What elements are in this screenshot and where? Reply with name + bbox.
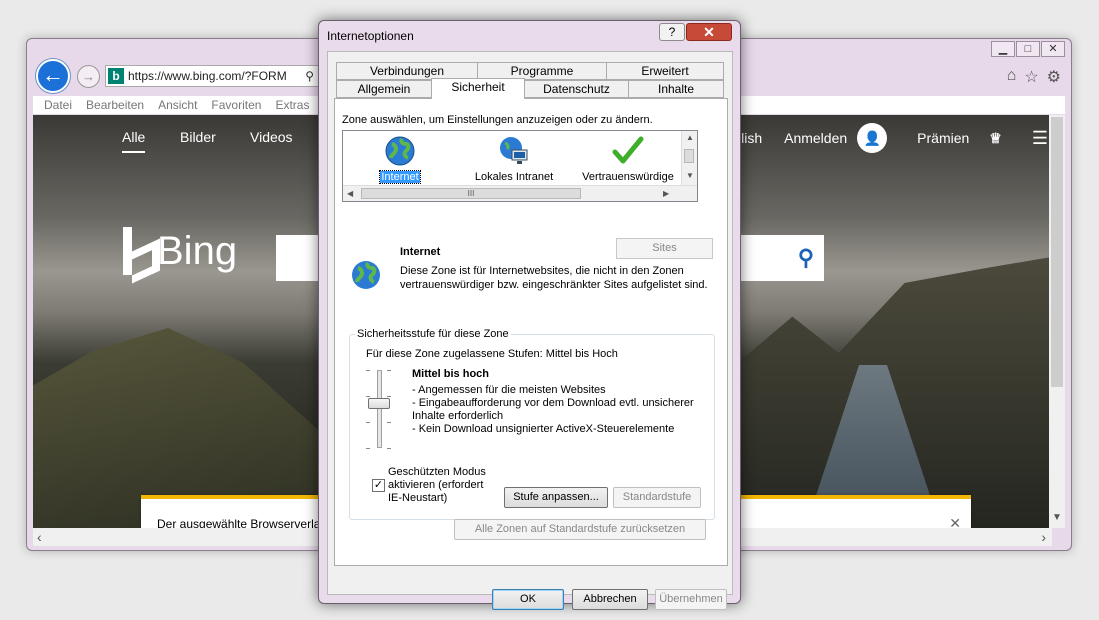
apply-button[interactable]: Übernehmen: [655, 589, 727, 610]
dialog-close-button[interactable]: ✕: [686, 23, 732, 41]
slider-tick: [366, 396, 370, 397]
security-level-name: Mittel bis hoch: [412, 368, 489, 380]
notification-text: Der ausgewählte Browserverlauf: [157, 517, 331, 528]
tab-privacy[interactable]: Datenschutz: [524, 80, 629, 98]
zone-trusted-sites[interactable]: Vertrauenswürdige: [573, 133, 683, 183]
bing-logo-text: Bing: [157, 228, 238, 273]
bing-search-icon[interactable]: ⚲: [798, 245, 814, 271]
trophy-icon[interactable]: ♕: [989, 130, 1002, 147]
zone-prompt: Zone auswählen, um Einstellungen anzuzei…: [342, 114, 653, 126]
zone-list-hthumb[interactable]: III: [361, 188, 581, 199]
maximize-button[interactable]: □: [1016, 41, 1040, 57]
rewards-link[interactable]: Prämien: [917, 130, 969, 146]
level-line: - Eingabeaufforderung vor dem Download e…: [412, 397, 694, 422]
slider-tick: [387, 448, 391, 449]
bing-logo-icon: [123, 227, 151, 275]
hamburger-menu-icon[interactable]: ☰: [1032, 128, 1048, 149]
signin-area: glish Anmelden 👤 Prämien ♕ ☰: [733, 123, 1052, 153]
scroll-up-icon[interactable]: ▲: [686, 133, 694, 142]
tab-advanced[interactable]: Erweitert: [606, 62, 724, 80]
scroll-right-icon[interactable]: ▶: [663, 189, 669, 198]
zone-list-vertical-scrollbar[interactable]: ▲ ▼: [681, 131, 697, 185]
window-controls: ▁ □ ✕: [991, 41, 1065, 57]
security-slider-thumb[interactable]: [368, 398, 390, 409]
checkmark-icon: [612, 136, 644, 164]
globe-icon: [385, 136, 415, 166]
scroll-down-arrow-icon[interactable]: ▼: [1049, 512, 1065, 528]
zone-list-vthumb[interactable]: [684, 149, 694, 163]
default-level-button[interactable]: Standardstufe: [613, 487, 701, 508]
forward-button[interactable]: →: [77, 65, 100, 88]
slider-tick: [387, 370, 391, 371]
favorites-star-icon[interactable]: ☆: [1024, 67, 1038, 87]
close-window-button[interactable]: ✕: [1041, 41, 1065, 57]
scroll-left-icon[interactable]: ◀: [347, 189, 353, 198]
zone-list[interactable]: Internet Lokales Intranet Vertrauenswürd…: [342, 130, 698, 202]
scroll-left-arrow-icon[interactable]: ‹: [37, 529, 42, 545]
zone-list-horizontal-scrollbar[interactable]: ◀ III ▶: [343, 185, 697, 201]
menu-file[interactable]: Datei: [44, 96, 72, 114]
scroll-down-icon[interactable]: ▼: [686, 171, 694, 180]
security-level-legend: Sicherheitsstufe für diese Zone: [355, 328, 511, 340]
menu-edit[interactable]: Bearbeiten: [86, 96, 144, 114]
zone-label-local-intranet: Lokales Intranet: [474, 171, 554, 183]
address-bar[interactable]: b https://www.bing.com/?FORM ⚲: [105, 65, 319, 87]
dialog-body: Verbindungen Programme Erweitert Allgeme…: [327, 51, 733, 610]
zone-local-intranet[interactable]: Lokales Intranet: [459, 133, 569, 183]
address-text[interactable]: https://www.bing.com/?FORM: [128, 69, 305, 83]
slider-tick: [366, 422, 370, 423]
dialog-title: Internetoptionen: [327, 29, 414, 43]
gear-icon[interactable]: ⚙: [1047, 67, 1061, 87]
level-line: - Kein Download unsignierter ActiveX-Ste…: [412, 423, 675, 435]
security-slider-track[interactable]: [377, 370, 382, 448]
menu-favorites[interactable]: Favoriten: [211, 96, 261, 114]
nav-images[interactable]: Bilder: [180, 129, 216, 145]
zone-internet[interactable]: Internet: [345, 133, 455, 184]
protected-mode-checkbox[interactable]: ✓: [372, 479, 385, 492]
custom-level-button[interactable]: Stufe anpassen...: [504, 487, 608, 508]
reset-all-zones-button[interactable]: Alle Zonen auf Standardstufe zurücksetze…: [454, 519, 706, 540]
zone-description: Diese Zone ist für Internetwebsites, die…: [400, 265, 708, 291]
zone-label-internet: Internet: [379, 170, 421, 184]
ok-button[interactable]: OK: [492, 589, 564, 610]
level-line: - Angemessen für die meisten Websites: [412, 384, 606, 396]
allowed-levels-text: Für diese Zone zugelassene Stufen: Mitte…: [366, 348, 618, 360]
menu-view[interactable]: Ansicht: [158, 96, 197, 114]
menu-tools[interactable]: Extras: [275, 96, 309, 114]
slider-tick: [366, 370, 370, 371]
slider-tick: [387, 396, 391, 397]
security-level-description: - Angemessen für die meisten Websites - …: [412, 384, 712, 436]
back-button[interactable]: ←: [36, 59, 70, 93]
minimize-button[interactable]: ▁: [991, 41, 1015, 57]
bing-favicon: b: [108, 68, 124, 84]
zone-label-trusted-sites: Vertrauenswürdige: [582, 171, 674, 183]
toolbar-icons: ⌂ ☆ ⚙: [1007, 67, 1061, 87]
signin-link[interactable]: Anmelden: [784, 130, 847, 146]
tab-content[interactable]: Inhalte: [628, 80, 724, 98]
avatar-icon[interactable]: 👤: [857, 123, 888, 153]
cancel-button[interactable]: Abbrechen: [572, 589, 648, 610]
search-icon[interactable]: ⚲: [305, 69, 314, 83]
slider-tick: [366, 448, 370, 449]
page-vertical-scrollbar[interactable]: ▼: [1049, 115, 1065, 528]
tab-general[interactable]: Allgemein: [336, 80, 432, 98]
protected-mode-label[interactable]: Geschützten Modus aktivieren (erfordert …: [388, 466, 498, 505]
page-scroll-thumb[interactable]: [1051, 117, 1063, 387]
intranet-globe-icon: [500, 137, 528, 164]
zone-title: Internet: [400, 246, 441, 258]
scroll-right-arrow-icon[interactable]: ›: [1041, 529, 1046, 545]
sites-button[interactable]: Sites: [616, 238, 713, 259]
help-button[interactable]: ?: [659, 23, 685, 41]
nav-all[interactable]: Alle: [122, 129, 146, 153]
nav-videos[interactable]: Videos: [250, 129, 293, 145]
slider-tick: [387, 422, 391, 423]
internet-options-dialog: Internetoptionen ? ✕ Verbindungen Progra…: [318, 20, 741, 610]
tab-security[interactable]: Sicherheit: [431, 78, 525, 99]
home-icon[interactable]: ⌂: [1007, 67, 1017, 87]
zone-globe-icon: [352, 261, 380, 289]
notification-close-icon[interactable]: ✕: [949, 515, 961, 528]
bing-logo: Bing: [123, 227, 237, 275]
